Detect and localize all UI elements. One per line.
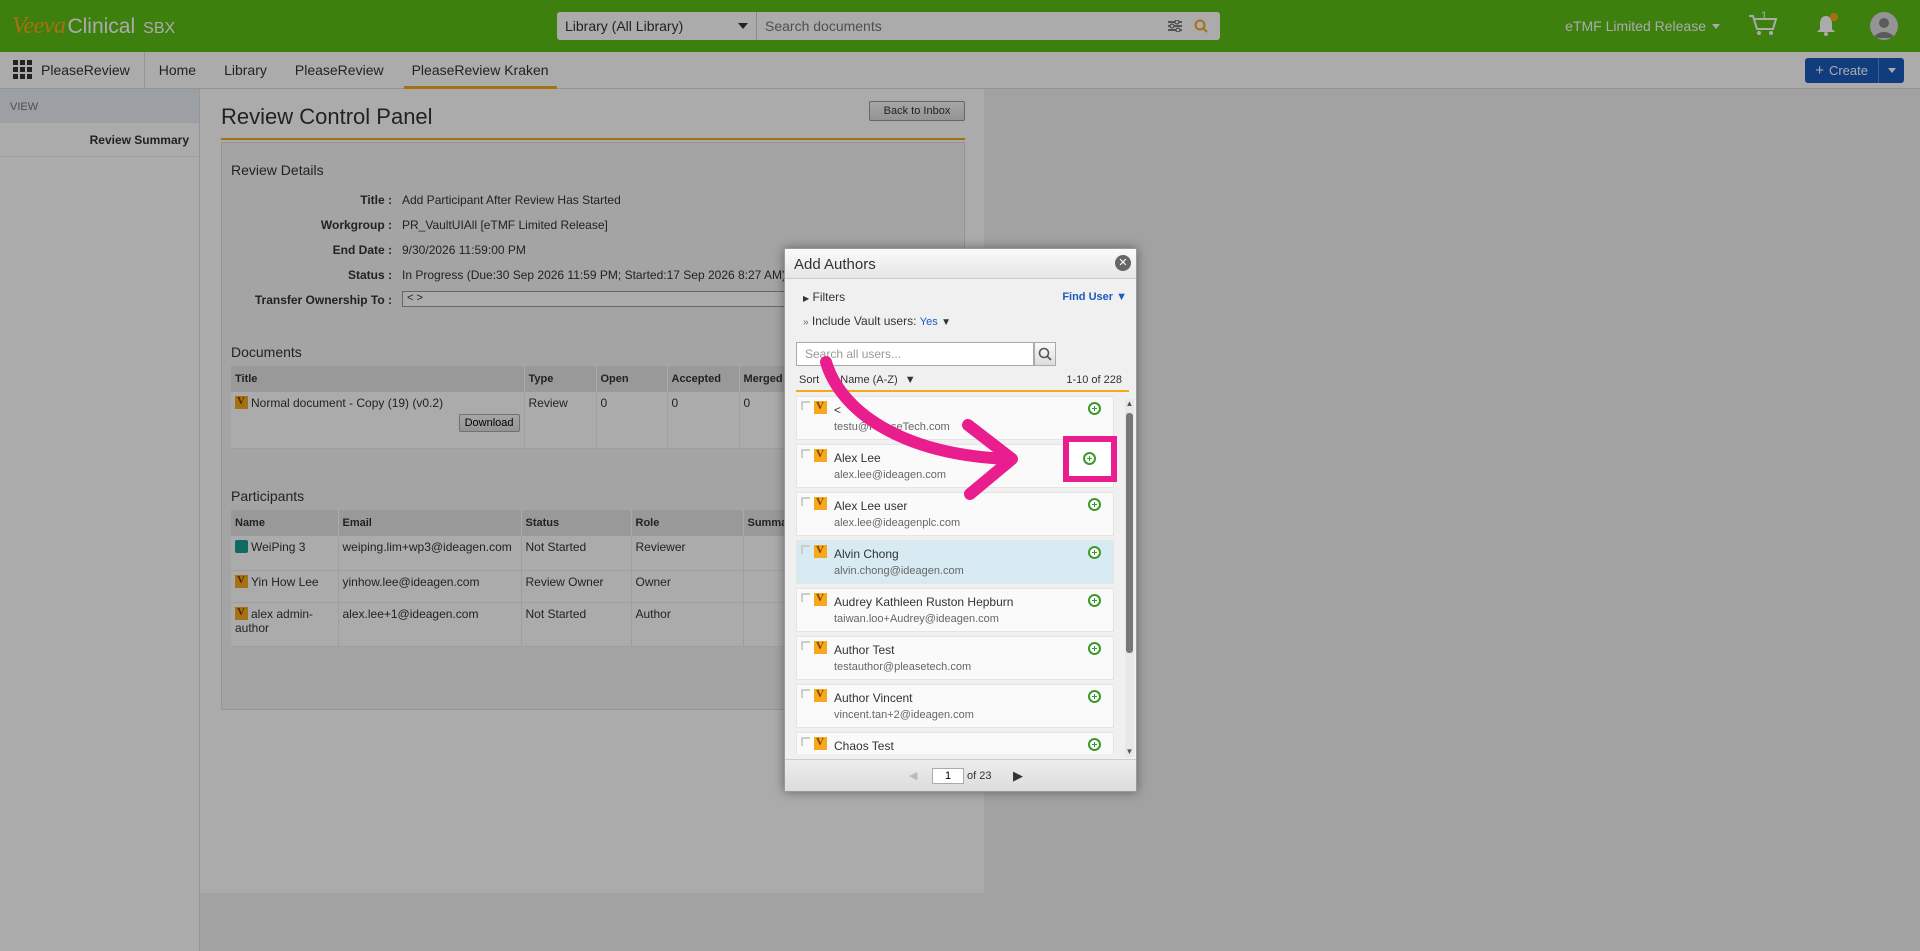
include-value-dropdown[interactable]: Yes: [920, 316, 938, 328]
search-icon: [1035, 343, 1055, 365]
list-item[interactable]: Audrey Kathleen Ruston Hepburn taiwan.lo…: [796, 588, 1114, 632]
scroll-up-icon[interactable]: ▲: [1125, 399, 1134, 409]
selection-marker: [801, 737, 810, 746]
previous-page-icon[interactable]: ◀: [909, 769, 917, 782]
include-vault-users: » Include Vault users: Yes ▼: [803, 314, 951, 328]
user-name: <: [834, 403, 842, 417]
page-number-input[interactable]: [932, 768, 964, 784]
vault-user-icon: [814, 544, 827, 558]
result-count: 1-10 of 228: [1066, 374, 1122, 386]
vault-user-icon: [814, 688, 827, 702]
list-scrollbar[interactable]: ▲ ▼: [1125, 399, 1134, 757]
add-user-icon[interactable]: [1088, 690, 1101, 703]
user-name: Audrey Kathleen Ruston Hepburn: [834, 595, 1014, 609]
find-user-dropdown[interactable]: Find User ▼: [1062, 291, 1127, 303]
list-item[interactable]: < testu@PleaseTech.com: [796, 396, 1114, 440]
add-authors-dialog: Add Authors ✕ ▶ Filters Find User ▼ » In…: [784, 248, 1137, 792]
vault-user-icon: [814, 592, 827, 606]
selection-marker: [801, 401, 810, 410]
user-email: testu@PleaseTech.com: [834, 421, 950, 433]
vault-user-icon: [814, 400, 827, 414]
list-item[interactable]: Alvin Chong alvin.chong@ideagen.com: [796, 540, 1114, 584]
vault-user-icon: [814, 640, 827, 654]
add-user-icon[interactable]: [1088, 498, 1101, 511]
list-divider: [796, 390, 1129, 392]
selection-marker: [801, 641, 810, 650]
user-search-button[interactable]: [1034, 342, 1056, 366]
user-email: alex.lee@ideagen.com: [834, 469, 947, 481]
user-name: Alvin Chong: [834, 547, 899, 561]
list-item[interactable]: Alex Lee user alex.lee@ideagenplc.com: [796, 492, 1114, 536]
selection-marker: [801, 497, 810, 506]
add-user-icon[interactable]: [1088, 546, 1101, 559]
caret-down-icon: ▼: [904, 374, 916, 386]
vault-user-icon: [814, 736, 827, 750]
sort-value: Name (A-Z): [840, 374, 898, 386]
next-page-icon[interactable]: ▶: [1013, 768, 1023, 784]
user-search-input[interactable]: [796, 342, 1034, 366]
user-email: testauthor@pleasetech.com: [834, 661, 972, 673]
selection-marker: [801, 449, 810, 458]
add-user-icon[interactable]: [1088, 594, 1101, 607]
user-email: vincent.tan+2@ideagen.com: [834, 709, 974, 721]
sort-dropdown[interactable]: Sort Name (A-Z) ▼: [799, 374, 916, 386]
scroll-thumb[interactable]: [1126, 413, 1133, 653]
selection-marker: [801, 593, 810, 602]
double-chevron-icon: »: [803, 317, 809, 328]
add-user-icon[interactable]: [1088, 402, 1101, 415]
dialog-header: Add Authors ✕: [785, 249, 1136, 279]
page-total: of 23: [967, 770, 992, 782]
add-user-icon[interactable]: [1088, 738, 1101, 751]
user-name: Alex Lee: [834, 451, 881, 465]
list-item[interactable]: Chaos Test: [796, 732, 1114, 754]
find-user-label: Find User: [1062, 291, 1114, 303]
dialog-title: Add Authors: [794, 256, 876, 273]
caret-down-icon[interactable]: ▼: [941, 317, 951, 328]
filters-toggle[interactable]: ▶ Filters: [803, 290, 845, 304]
user-email: taiwan.loo+Audrey@ideagen.com: [834, 613, 999, 625]
pagination: ◀ of 23 ▶: [785, 759, 1136, 791]
selection-marker: [801, 689, 810, 698]
user-name: Alex Lee user: [834, 499, 908, 513]
include-label: Include Vault users:: [811, 314, 917, 328]
list-item[interactable]: Author Vincent vincent.tan+2@ideagen.com: [796, 684, 1114, 728]
user-name: Chaos Test: [834, 739, 894, 753]
add-user-icon[interactable]: [1083, 452, 1096, 465]
list-item[interactable]: Author Test testauthor@pleasetech.com: [796, 636, 1114, 680]
user-name: Author Vincent: [834, 691, 913, 705]
user-name: Author Test: [834, 643, 895, 657]
filters-label: Filters: [812, 290, 846, 304]
caret-right-icon: ▶: [803, 294, 810, 303]
vault-user-icon: [814, 496, 827, 510]
sort-label: Sort: [799, 374, 820, 386]
user-email: alvin.chong@ideagen.com: [834, 565, 964, 577]
caret-down-icon: ▼: [1116, 291, 1127, 303]
user-email: alex.lee@ideagenplc.com: [834, 517, 961, 529]
selection-marker: [801, 545, 810, 554]
highlight-box: [1063, 436, 1117, 482]
scroll-down-icon[interactable]: ▼: [1125, 747, 1134, 757]
add-user-icon[interactable]: [1088, 642, 1101, 655]
close-icon[interactable]: ✕: [1115, 255, 1131, 271]
vault-user-icon: [814, 448, 827, 462]
